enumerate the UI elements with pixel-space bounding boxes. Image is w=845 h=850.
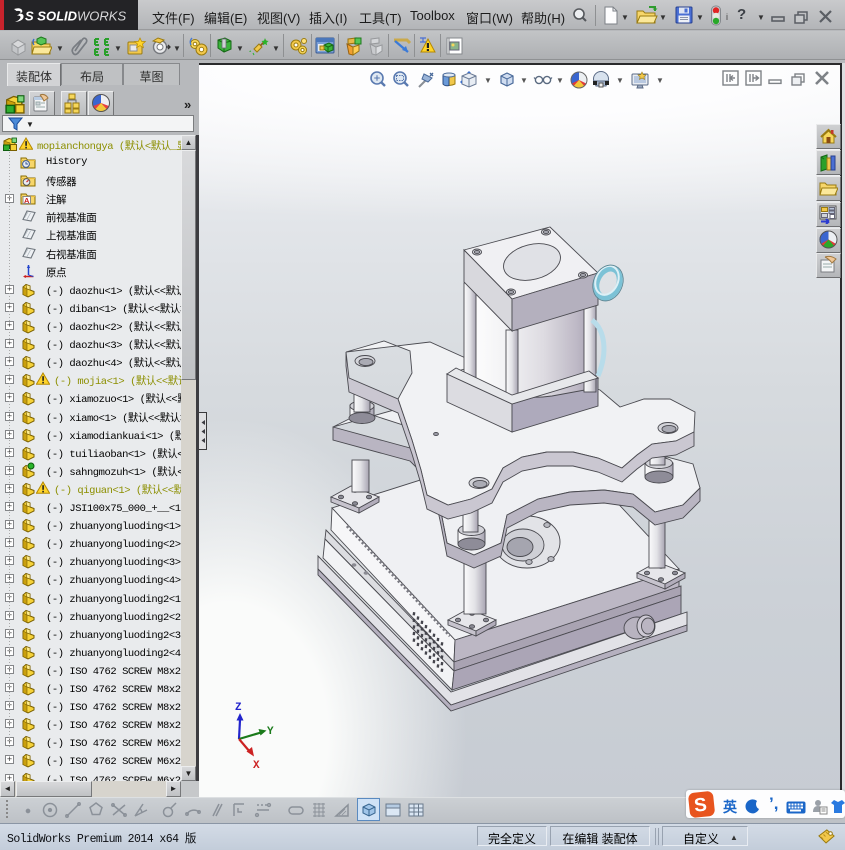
svg-text:Y: Y [267, 726, 274, 738]
svg-text:X: X [253, 760, 260, 770]
svg-text:Z: Z [235, 702, 242, 714]
svg-text:S: S [693, 794, 708, 816]
svg-text:S SOLIDWORKS: S SOLIDWORKS [25, 9, 126, 24]
svg-text:A: A [24, 196, 30, 205]
